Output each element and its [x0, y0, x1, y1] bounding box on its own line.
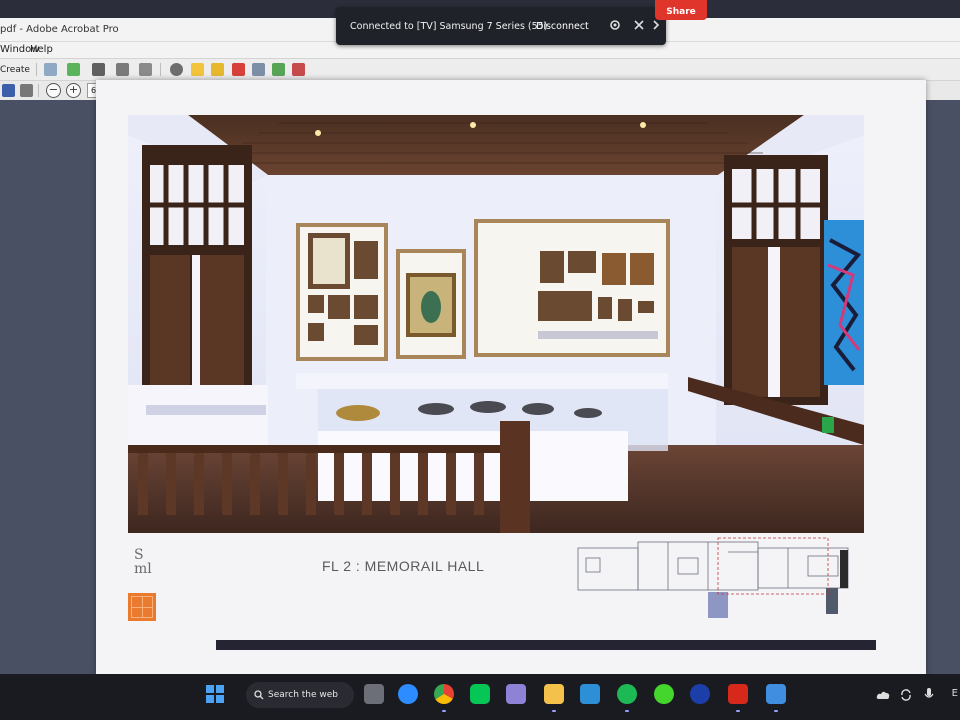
- share-button[interactable]: Share: [655, 0, 707, 20]
- screen: pdf - Adobe Acrobat Pro Window Help Crea…: [0, 0, 960, 720]
- studio-logo-letters: S ml: [134, 547, 152, 577]
- pdf-page: S ml FL 2 : MEMORAIL HALL: [96, 80, 926, 674]
- slide-caption: FL 2 : MEMORAIL HALL: [322, 558, 485, 574]
- menu-item-help[interactable]: Help: [30, 44, 53, 55]
- toolbar-separator: [36, 63, 37, 76]
- slide-footer-bar: [216, 640, 876, 650]
- protect-icon[interactable]: [292, 63, 305, 76]
- connection-status: Connected to [TV] Samsung 7 Series (55): [350, 21, 548, 32]
- disconnect-button[interactable]: Disconnect: [536, 21, 589, 32]
- studio-logo-mark: [128, 593, 156, 621]
- main-toolbar: Create: [0, 58, 960, 80]
- pin-off-icon[interactable]: [632, 18, 646, 32]
- save-icon[interactable]: [44, 63, 57, 76]
- toolbar-separator: [160, 63, 161, 76]
- settings-icon[interactable]: [170, 63, 183, 76]
- chevron-right-icon[interactable]: [652, 19, 660, 31]
- line-icon[interactable]: [470, 684, 490, 704]
- spotify-icon[interactable]: [617, 684, 637, 704]
- task-view-icon[interactable]: [364, 684, 384, 704]
- comment-icon[interactable]: [191, 63, 204, 76]
- export-icon[interactable]: [252, 63, 265, 76]
- input-language[interactable]: E: [952, 688, 958, 699]
- l-app-icon[interactable]: [580, 684, 600, 704]
- running-indicator: [552, 710, 556, 712]
- snipping-icon[interactable]: [506, 684, 526, 704]
- running-indicator: [774, 710, 778, 712]
- search-label: Search the web: [268, 690, 339, 700]
- acrobat-icon[interactable]: [728, 684, 748, 704]
- sync-icon[interactable]: [900, 689, 912, 701]
- zoom-in-button[interactable]: +: [66, 83, 81, 98]
- running-indicator: [442, 710, 446, 712]
- zoom-out-button[interactable]: −: [46, 83, 61, 98]
- chrome-icon[interactable]: [434, 684, 454, 704]
- hand-tool-icon[interactable]: [20, 84, 33, 97]
- taskbar-search[interactable]: Search the web: [246, 682, 354, 708]
- razer-icon[interactable]: [654, 684, 674, 704]
- select-tool-icon[interactable]: [2, 84, 15, 97]
- start-icon[interactable]: [206, 685, 224, 703]
- cloud-icon[interactable]: [876, 690, 890, 700]
- cloud-save-icon[interactable]: [67, 63, 80, 76]
- stamp-icon[interactable]: [232, 63, 245, 76]
- onedrive-app-icon[interactable]: [690, 684, 710, 704]
- screen-share-banner: Connected to [TV] Samsung 7 Series (55) …: [336, 7, 666, 45]
- floor-plan-drawing: [577, 537, 849, 618]
- microphone-icon[interactable]: [924, 688, 934, 702]
- photos-icon[interactable]: [766, 684, 786, 704]
- zoom-icon[interactable]: [398, 684, 418, 704]
- print-icon[interactable]: [92, 63, 105, 76]
- search-icon: [254, 690, 264, 700]
- window-title: pdf - Adobe Acrobat Pro: [0, 24, 119, 35]
- combine-icon[interactable]: [272, 63, 285, 76]
- gear-icon[interactable]: [608, 18, 622, 32]
- email-icon[interactable]: [139, 63, 152, 76]
- edit-icon[interactable]: [116, 63, 129, 76]
- toolbar-separator: [38, 84, 39, 97]
- document-area[interactable]: S ml FL 2 : MEMORAIL HALL: [0, 80, 960, 674]
- highlight-icon[interactable]: [211, 63, 224, 76]
- file-explorer-icon[interactable]: [544, 684, 564, 704]
- running-indicator: [625, 710, 629, 712]
- create-menu[interactable]: Create: [0, 65, 30, 75]
- memorial-hall-rendering: [128, 115, 864, 533]
- taskbar: Search the web E: [0, 674, 960, 720]
- running-indicator: [736, 710, 740, 712]
